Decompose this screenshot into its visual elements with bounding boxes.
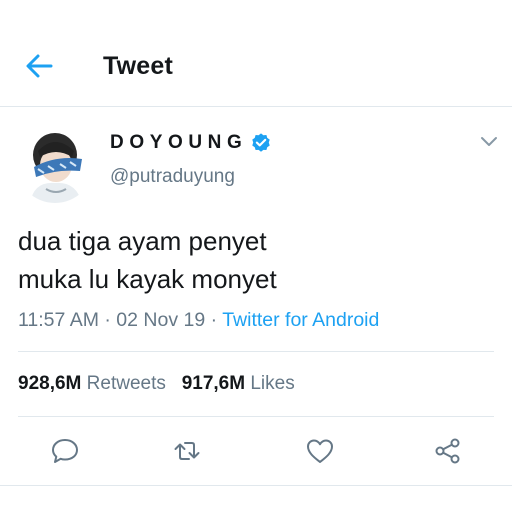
- tweet-line: muka lu kayak monyet: [18, 264, 277, 294]
- tweet-line: dua tiga ayam penyet: [18, 226, 267, 256]
- display-name: DOYOUNG: [110, 132, 248, 153]
- chevron-down-icon[interactable]: [480, 134, 498, 148]
- meta-separator: ·: [210, 309, 218, 331]
- avatar[interactable]: [16, 125, 94, 203]
- tweet-time: 11:57 AM: [18, 309, 99, 331]
- retweet-icon[interactable]: [172, 436, 202, 466]
- retweets-count: 928,6M: [18, 373, 82, 394]
- retweets-stat[interactable]: 928,6M Retweets: [18, 373, 166, 394]
- tweet-text: dua tiga ayam penyet muka lu kayak monye…: [18, 222, 277, 298]
- tweet-stats: 928,6M Retweets 917,6M Likes: [18, 373, 295, 395]
- divider: [18, 351, 494, 352]
- author-name-row[interactable]: DOYOUNG: [110, 130, 272, 156]
- like-icon[interactable]: [305, 436, 335, 466]
- likes-count: 917,6M: [181, 373, 246, 394]
- user-handle[interactable]: @putraduyung: [110, 166, 235, 188]
- tweet-date: 02 Nov 19: [116, 309, 206, 331]
- tweet-source-link[interactable]: Twitter for Android: [222, 309, 379, 331]
- divider: [18, 416, 494, 417]
- retweets-label: Retweets: [86, 373, 166, 394]
- reply-icon[interactable]: [50, 436, 80, 466]
- share-icon[interactable]: [433, 436, 463, 466]
- page-title: Tweet: [103, 52, 173, 80]
- likes-stat[interactable]: 917,6M Likes: [182, 373, 295, 394]
- top-bar: Tweet: [0, 0, 512, 107]
- likes-label: Likes: [250, 373, 295, 394]
- meta-separator: ·: [104, 309, 111, 331]
- divider: [0, 485, 512, 486]
- verified-badge-icon: [252, 133, 271, 152]
- back-arrow-icon[interactable]: [24, 53, 54, 79]
- tweet-meta: 11:57 AM · 02 Nov 19 · Twitter for Andro…: [18, 309, 379, 332]
